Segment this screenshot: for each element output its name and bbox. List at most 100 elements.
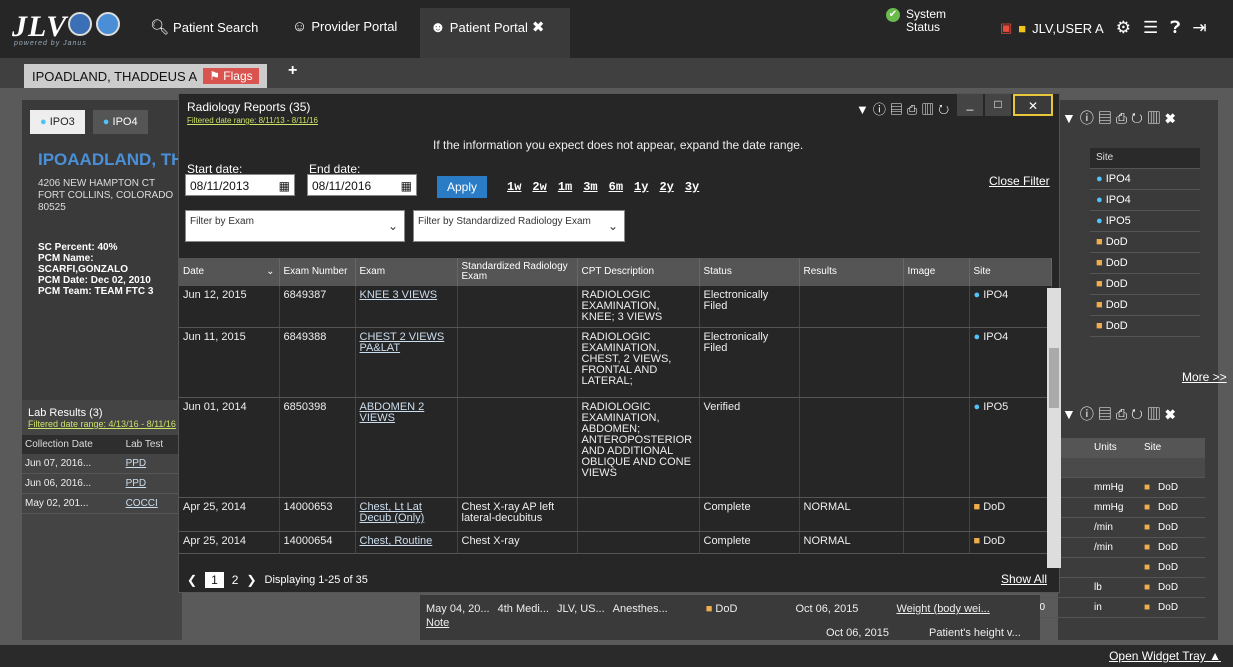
- patient-card: ● IPO3 ● IPO4 IPOAADLAND, THADDEUS 4206 N…: [22, 100, 182, 400]
- calendar-icon[interactable]: ▦: [279, 179, 290, 193]
- column-header-standardized-exam[interactable]: Standardized Radiology Exam: [457, 258, 578, 286]
- exam-link[interactable]: KNEE 3 VIEWS: [355, 286, 458, 328]
- chevron-down-icon: ⌄: [387, 219, 398, 233]
- list-item[interactable]: ■ DoD: [1090, 274, 1200, 295]
- exam-link[interactable]: ABDOMEN 2 VIEWS: [355, 397, 458, 498]
- list-item[interactable]: ■ DoD: [1090, 253, 1200, 274]
- column-header-site[interactable]: Site: [969, 258, 1052, 286]
- table-row[interactable]: May 04, 20... 4th Medi... JLV, US... Anesth…: [426, 603, 990, 615]
- range-6m[interactable]: 6m: [609, 180, 623, 194]
- vitals-toolbar[interactable]: ▼ⓘ▤⎙↻▥✖: [1062, 404, 1180, 424]
- maximize-button[interactable]: □: [985, 94, 1011, 116]
- site-tab-ipo3[interactable]: ● IPO3: [30, 110, 85, 134]
- range-2y[interactable]: 2y: [659, 180, 673, 194]
- column-header-date[interactable]: Date ⌄: [179, 258, 280, 286]
- table-cell: [903, 327, 970, 398]
- patient-tab[interactable]: IPOADLAND, THADDEUS A ⚑ Flags: [24, 64, 267, 88]
- exam-link[interactable]: Chest, Lt Lat Decub (Only): [355, 497, 458, 532]
- list-item[interactable]: ■ DoD: [1090, 295, 1200, 316]
- help-icon[interactable]: ❓︎: [1170, 18, 1180, 38]
- end-date-input[interactable]: 08/11/2016 ▦: [307, 174, 417, 196]
- system-status-button[interactable]: ✔ System Status: [886, 8, 946, 34]
- table-row[interactable]: Jun 11, 2015 6849388 CHEST 2 VIEWS PA&LAT R…: [179, 327, 1052, 398]
- column-header-exam[interactable]: Exam: [355, 258, 458, 286]
- table-scrollbar[interactable]: [1047, 288, 1061, 568]
- column-header-exam-number[interactable]: Exam Number: [279, 258, 356, 286]
- exam-link[interactable]: Chest, Routine: [355, 531, 458, 554]
- widget-toolbar[interactable]: ▼ⓘ▤⎙↻▥✖: [1062, 108, 1180, 128]
- range-1m[interactable]: 1m: [558, 180, 572, 194]
- minimize-button[interactable]: _: [957, 94, 983, 116]
- column-header-image[interactable]: Image: [903, 258, 970, 286]
- table-row[interactable]: Apr 25, 2014 14000654 Chest, Routine Chest …: [179, 531, 1052, 554]
- va-seal-icon: [68, 12, 92, 36]
- start-date-input[interactable]: 08/11/2013 ▦: [185, 174, 295, 196]
- close-modal-button[interactable]: ✕: [1013, 94, 1053, 116]
- next-page-icon[interactable]: ❯: [246, 573, 256, 587]
- provider-portal-link[interactable]: ☺ Provider Portal: [292, 18, 397, 35]
- gear-icon[interactable]: ⚙: [1116, 18, 1131, 38]
- menu-icon[interactable]: ☰: [1143, 18, 1158, 38]
- filter-by-standardized-exam-select[interactable]: Filter by Standardized Radiology Exam ⌄: [413, 210, 625, 242]
- list-item[interactable]: ● IPO5: [1090, 211, 1200, 232]
- open-widget-tray-link[interactable]: Open Widget Tray ▲: [1109, 649, 1221, 663]
- prev-page-icon[interactable]: ❮: [187, 573, 197, 587]
- column-header[interactable]: Site: [1090, 148, 1200, 169]
- column-header[interactable]: Collection Date: [22, 435, 123, 454]
- close-filter-link[interactable]: Close Filter: [989, 174, 1050, 188]
- list-item[interactable]: ■ DoD: [1090, 316, 1200, 337]
- more-link[interactable]: More >>: [1182, 370, 1227, 384]
- table-cell: Apr 25, 2014: [179, 531, 280, 554]
- add-tab-icon[interactable]: +: [288, 62, 297, 80]
- site-cell: ● IPO4: [969, 327, 1052, 398]
- sort-chevron-icon[interactable]: ⌄: [266, 267, 274, 277]
- apply-button[interactable]: Apply: [437, 176, 487, 198]
- list-item[interactable]: ● IPO4: [1090, 169, 1200, 190]
- filter-by-exam-select[interactable]: Filter by Exam ⌄: [185, 210, 405, 242]
- close-icon[interactable]: ✖: [532, 18, 545, 36]
- jlv-logo: JLV powered by Janus: [12, 10, 87, 47]
- notes-table-fragment: May 04, 20... 4th Medi... JLV, US... Anesth…: [420, 595, 1040, 640]
- flags-button[interactable]: ⚑ Flags: [203, 68, 259, 84]
- table-cell: Jun 01, 2014: [179, 397, 280, 498]
- exam-link[interactable]: CHEST 2 VIEWS PA&LAT: [355, 327, 458, 398]
- table-row[interactable]: Oct 06, 2015 Patient's height v...: [826, 627, 1021, 639]
- column-header-status[interactable]: Status: [699, 258, 800, 286]
- table-row[interactable]: 80in■DoD: [1030, 598, 1205, 618]
- range-3y[interactable]: 3y: [685, 180, 699, 194]
- calendar-icon[interactable]: ▦: [401, 179, 412, 193]
- logout-icon[interactable]: ⇥: [1192, 18, 1206, 38]
- table-row[interactable]: Jun 07, 2016... PPD: [22, 454, 182, 474]
- range-3m[interactable]: 3m: [583, 180, 597, 194]
- search-icon: 🔍︎: [150, 19, 170, 36]
- list-item[interactable]: ● IPO4: [1090, 190, 1200, 211]
- table-row[interactable]: Jun 06, 2016... PPD: [22, 473, 182, 494]
- range-2w[interactable]: 2w: [532, 180, 546, 194]
- column-header-cpt[interactable]: CPT Description: [577, 258, 700, 286]
- table-row[interactable]: May 02, 201... COCCI: [22, 493, 182, 514]
- column-header-results[interactable]: Results: [799, 258, 904, 286]
- list-item[interactable]: ■ DoD: [1090, 232, 1200, 253]
- table-cell: 6849388: [279, 327, 356, 398]
- patient-address: 4206 NEW HAMPTON CT FORT COLLINS, COLORAD…: [38, 178, 174, 213]
- modal-toolbar[interactable]: ▼ⓘ▤⎙▥↻: [856, 99, 953, 118]
- range-1y[interactable]: 1y: [634, 180, 648, 194]
- site-cell: ■ DoD: [969, 497, 1052, 532]
- show-all-link[interactable]: Show All: [1001, 572, 1047, 586]
- site-tab-ipo4[interactable]: ● IPO4: [92, 110, 148, 134]
- table-row[interactable]: Apr 25, 2014 14000653 Chest, Lt Lat Decub …: [179, 497, 1052, 532]
- page-2-button[interactable]: 2: [232, 573, 239, 587]
- patient-portal-tab[interactable]: ☻ Patient Portal ✖: [430, 18, 545, 37]
- scrollbar-thumb[interactable]: [1049, 348, 1059, 408]
- note-link[interactable]: Note: [426, 617, 449, 629]
- table-row[interactable]: Jun 01, 2014 6850398 ABDOMEN 2 VIEWS RADIOL…: [179, 397, 1052, 498]
- range-1w[interactable]: 1w: [507, 180, 521, 194]
- column-header[interactable]: Lab Test: [122, 435, 182, 454]
- user-menu[interactable]: ▣ ■ JLV,USER A ⚙ ☰ ❓︎ ⇥: [1000, 18, 1207, 38]
- page-1-button[interactable]: 1: [205, 572, 224, 588]
- patient-search-link[interactable]: 🔍︎ Patient Search: [150, 18, 258, 36]
- filter-range-link[interactable]: Filtered date range: 8/11/13 - 8/11/16: [187, 116, 318, 125]
- site-list: Site ● IPO4 ● IPO4 ● IPO5 ■ DoD ■ DoD ■ …: [1090, 148, 1200, 337]
- lab-filter-link[interactable]: Filtered date range: 4/13/16 - 8/11/16: [22, 419, 182, 429]
- table-row[interactable]: Jun 12, 2015 6849387 KNEE 3 VIEWS RADIOLOGI…: [179, 286, 1052, 328]
